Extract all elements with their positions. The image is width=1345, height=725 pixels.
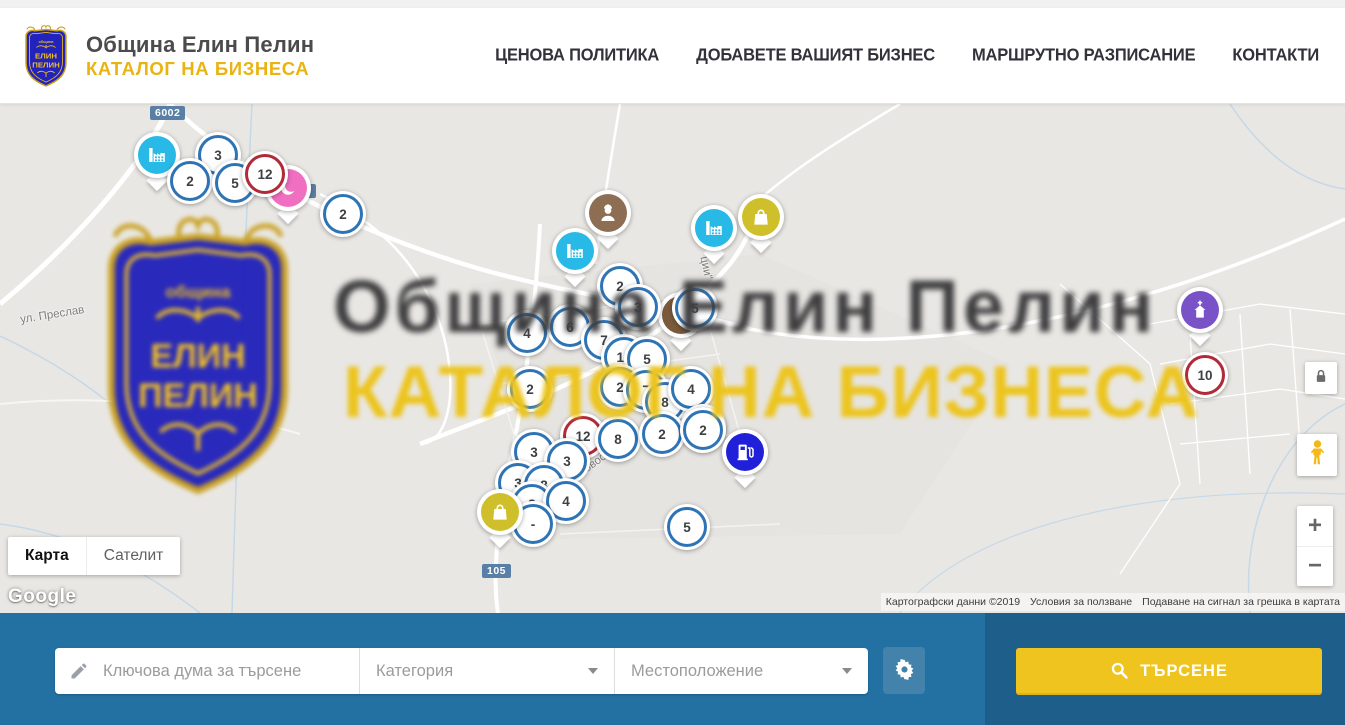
svg-text:ЕЛИН: ЕЛИН bbox=[35, 51, 57, 60]
municipality-crest-logo: община ЕЛИН ПЕЛИН bbox=[20, 24, 72, 88]
lock-icon bbox=[1311, 366, 1331, 391]
bag-icon bbox=[481, 493, 519, 531]
street-view-pegman[interactable] bbox=[1297, 434, 1337, 476]
search-button-label: ТЪРСЕНЕ bbox=[1140, 662, 1228, 681]
svg-text:община: община bbox=[39, 39, 55, 43]
category-pin-fuel[interactable] bbox=[721, 429, 769, 489]
attribution-link[interactable]: Подаване на сигнал за грешка в картата bbox=[1137, 593, 1345, 611]
location-dropdown[interactable]: Местоположение bbox=[615, 648, 868, 694]
header: община ЕЛИН ПЕЛИН Община Елин Пелин КАТА… bbox=[0, 8, 1345, 104]
category-dropdown[interactable]: Категория bbox=[360, 648, 615, 694]
search-panel: Категория Местоположение bbox=[55, 648, 868, 694]
google-logo[interactable]: Google bbox=[8, 586, 76, 608]
main-nav: ЦЕНОВА ПОЛИТИКА ДОБАВЕТЕ ВАШИЯТ БИЗНЕС МАР… bbox=[495, 46, 1319, 65]
site-title: Община Елин Пелин bbox=[86, 32, 314, 57]
brand[interactable]: община ЕЛИН ПЕЛИН Община Елин Пелин КАТА… bbox=[20, 24, 314, 88]
map-type-control: Карта Сателит bbox=[8, 537, 180, 575]
gear-icon bbox=[893, 658, 916, 684]
nav-item-3[interactable]: КОНТАКТИ bbox=[1232, 45, 1319, 66]
map-canvas[interactable]: 6002105 ул. Преславбул. „Новоселции" 325… bbox=[0, 104, 1345, 613]
map-attribution: Картографски данни ©2019Условия за ползв… bbox=[881, 593, 1345, 611]
zoom-in-button[interactable]: + bbox=[1297, 506, 1333, 547]
map-type-satellite-button[interactable]: Сателит bbox=[86, 537, 180, 575]
zoom-out-button[interactable]: − bbox=[1297, 547, 1333, 587]
map-data-copyright: Картографски данни ©2019 bbox=[881, 593, 1025, 611]
search-bar: Категория Местоположение ТЪРСЕНЕ bbox=[0, 613, 1345, 725]
pin-disc bbox=[722, 429, 768, 475]
category-pin-bag[interactable] bbox=[476, 489, 524, 549]
pin-disc bbox=[477, 489, 523, 535]
chevron-down-icon bbox=[842, 668, 852, 674]
lock-control[interactable] bbox=[1305, 362, 1337, 394]
zoom-control: + − bbox=[1297, 506, 1333, 586]
site-subtitle: КАТАЛОГ НА БИЗНЕСА bbox=[86, 58, 314, 79]
attribution-link[interactable]: Условия за ползване bbox=[1025, 593, 1137, 611]
advanced-settings-button[interactable] bbox=[883, 647, 925, 694]
search-icon bbox=[1110, 661, 1129, 683]
pegman-icon bbox=[1304, 438, 1331, 473]
map-type-map-button[interactable]: Карта bbox=[8, 537, 86, 575]
chevron-down-icon bbox=[588, 668, 598, 674]
nav-item-1[interactable]: ДОБАВЕТЕ ВАШИЯТ БИЗНЕС bbox=[696, 45, 935, 66]
pencil-icon bbox=[69, 661, 89, 681]
keyword-search-input[interactable] bbox=[101, 661, 345, 682]
brand-text: Община Елин Пелин КАТАЛОГ НА БИЗНЕСА bbox=[86, 32, 314, 79]
nav-item-0[interactable]: ЦЕНОВА ПОЛИТИКА bbox=[495, 45, 659, 66]
category-pins-front-layer bbox=[0, 104, 1345, 613]
keyword-section bbox=[55, 648, 360, 694]
nav-item-2[interactable]: МАРШРУТНО РАЗПИСАНИЕ bbox=[972, 45, 1195, 66]
svg-text:ПЕЛИН: ПЕЛИН bbox=[32, 60, 60, 69]
category-dropdown-label: Категория bbox=[376, 662, 453, 681]
location-dropdown-label: Местоположение bbox=[631, 662, 763, 681]
search-button[interactable]: ТЪРСЕНЕ bbox=[1016, 648, 1322, 695]
fuel-icon bbox=[726, 433, 764, 471]
